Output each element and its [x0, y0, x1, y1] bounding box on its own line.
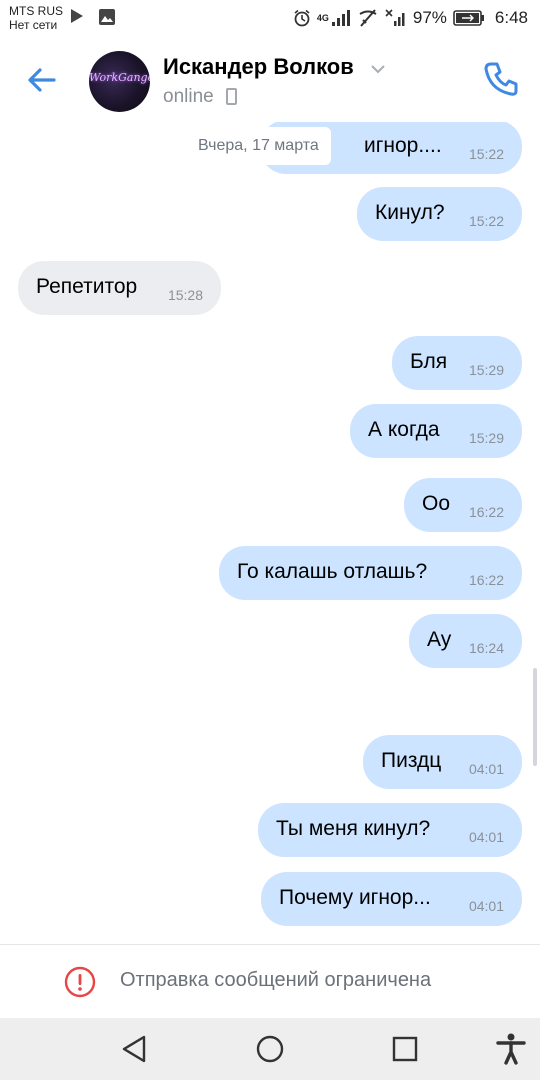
message-bubble-outgoing[interactable]: А когда 15:29 [350, 404, 522, 458]
chevron-down-icon[interactable] [370, 64, 386, 74]
message-time: 15:22 [468, 146, 504, 162]
phone-icon[interactable] [482, 60, 520, 98]
message-bubble-outgoing[interactable]: Оо 16:22 [404, 478, 522, 532]
accessibility-icon[interactable] [494, 1032, 528, 1066]
battery-icon [453, 10, 484, 26]
date-separator: Вчера, 17 марта [186, 127, 331, 165]
triangle-back-icon[interactable] [118, 1032, 152, 1066]
avatar[interactable]: WorkGange [89, 51, 150, 112]
message-text: Почему игнор... [279, 886, 431, 909]
no-signal-icon [385, 9, 405, 26]
message-text: Пиздц [381, 749, 442, 772]
arrow-left-icon[interactable] [24, 62, 60, 98]
status-bar: MTS RUS Нет сети 4G 97% 6:48 [0, 0, 540, 38]
message-time: 15:29 [468, 430, 504, 446]
message-text: Го калашь отлашь? [237, 560, 428, 583]
contact-name[interactable]: Искандер Волков [163, 54, 354, 80]
network-type: 4G [316, 12, 329, 23]
message-bubble-outgoing[interactable]: Ау 16:24 [409, 614, 522, 668]
message-bubble-outgoing[interactable]: Го калашь отлашь? 16:22 [219, 546, 522, 600]
carrier-name: MTS RUS [9, 4, 63, 18]
message-text: игнор.... [364, 134, 442, 157]
message-time: 04:01 [468, 898, 504, 914]
message-list[interactable]: игнор.... 15:22 Вчера, 17 марта Кинул? 1… [0, 122, 540, 944]
network-status: Нет сети [9, 18, 58, 32]
message-text: Оо [422, 492, 451, 515]
message-time: 16:22 [468, 504, 504, 520]
restriction-bar: Отправка сообщений ограничена [0, 944, 540, 1019]
message-time: 15:22 [468, 213, 504, 229]
message-text: Репетитор [36, 275, 138, 298]
message-text: Кинул? [375, 201, 445, 224]
play-icon [71, 9, 83, 23]
restriction-message: Отправка сообщений ограничена [120, 969, 432, 991]
message-bubble-outgoing[interactable]: Почему игнор... 04:01 [261, 872, 522, 926]
no-calls-icon [359, 9, 377, 27]
message-time: 04:01 [468, 761, 504, 777]
image-icon [99, 9, 115, 25]
message-bubble-outgoing[interactable]: Пиздц 04:01 [363, 735, 522, 789]
message-bubble-incoming[interactable]: Репетитор 15:28 [18, 261, 221, 315]
clock: 6:48 [494, 8, 528, 27]
message-bubble-outgoing[interactable]: Ты меня кинул? 04:01 [258, 803, 522, 857]
message-time: 15:28 [167, 287, 203, 303]
online-status: online [163, 86, 214, 107]
chat-header: WorkGange Искандер Волков online [0, 38, 540, 122]
scrollbar[interactable] [533, 668, 537, 766]
message-text: Ты меня кинул? [276, 817, 431, 840]
message-bubble-outgoing[interactable]: Бля 15:29 [392, 336, 522, 390]
avatar-logo-text: WorkGange [89, 71, 150, 84]
mobile-device-icon [226, 88, 237, 105]
alarm-icon [294, 9, 310, 27]
message-text: А когда [368, 418, 440, 441]
battery-percent: 97% [412, 8, 447, 27]
exclamation-circle-icon [64, 966, 96, 998]
system-nav-bar [0, 1018, 540, 1080]
message-text: Ау [427, 628, 452, 651]
carrier-info: MTS RUS Нет сети [9, 4, 63, 32]
circle-home-icon[interactable] [253, 1032, 287, 1066]
message-time: 04:01 [468, 829, 504, 845]
message-time: 16:24 [468, 640, 504, 656]
square-recent-icon[interactable] [388, 1032, 422, 1066]
message-time: 16:22 [468, 572, 504, 588]
message-text: Бля [410, 350, 448, 373]
message-time: 15:29 [468, 362, 504, 378]
message-bubble-outgoing[interactable]: Кинул? 15:22 [357, 187, 522, 241]
status-icons: 4G 97% 6:48 [293, 8, 528, 28]
signal-icon [331, 10, 350, 26]
